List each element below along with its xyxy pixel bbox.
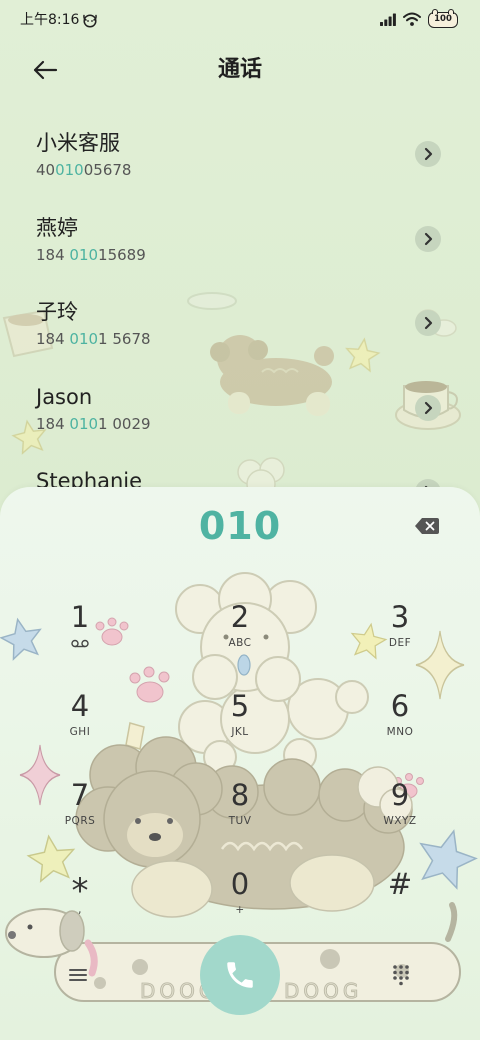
number-match: 010 (69, 330, 99, 348)
contact-number: 4001005678 (36, 160, 480, 180)
contact-name: 燕婷 (36, 215, 78, 240)
battery-icon: 100 (428, 9, 458, 28)
key-digit: 5 (230, 689, 250, 723)
number-prefix: 40 (36, 161, 56, 179)
contact-name: Jason (36, 384, 93, 409)
number-match: 010 (69, 414, 99, 433)
key-8[interactable]: 8 TUV (160, 767, 320, 856)
key-digit: 7 (70, 778, 90, 812)
battery-ear-right (448, 9, 454, 14)
status-bar: 上午8:16 100 (0, 0, 480, 40)
key-7[interactable]: 7 PQRS (0, 767, 160, 856)
contact-row[interactable]: 小米客服 4001005678 (0, 122, 480, 207)
keypad: 1 2 ABC 3 DEF 4 GHI 5 JKL 6 MNO 7 PQRS 8… (0, 589, 480, 945)
key-letters: WXYZ (383, 815, 417, 827)
voicemail-icon (71, 639, 89, 648)
key-letters: ABC (228, 637, 252, 649)
key-0[interactable]: 0 + (160, 856, 320, 945)
key-letters: GHI (69, 726, 91, 738)
phone-icon (227, 962, 253, 988)
signal-icon (380, 11, 396, 30)
key-letters: TUV (228, 815, 252, 827)
key-digit: 1 (70, 600, 90, 634)
contact-detail-button[interactable] (415, 141, 441, 167)
contact-detail-button[interactable] (415, 394, 441, 421)
dialed-number-display: 010 (198, 504, 282, 548)
battery-level: 100 (434, 14, 452, 24)
dialpad-icon (393, 965, 409, 986)
wifi-icon (403, 11, 421, 30)
contact-detail-button[interactable] (415, 310, 441, 336)
key-3[interactable]: 3 DEF (320, 589, 480, 678)
contact-row[interactable]: 燕婷 184 01015689 (0, 207, 480, 292)
key-digit: 0 (230, 867, 250, 901)
contact-detail-button[interactable] (415, 225, 441, 252)
number-suffix: 05678 (83, 161, 132, 179)
key-digit: 2 (230, 600, 250, 634)
contact-row[interactable]: Jason 184 0101 0029 (0, 376, 480, 461)
number-suffix: 15689 (98, 245, 146, 264)
number-prefix: 184 (36, 245, 70, 264)
dog-face-icon (81, 11, 99, 29)
number-match: 010 (69, 245, 99, 264)
menu-icon (69, 969, 87, 981)
key-star[interactable]: * , (0, 856, 160, 945)
key-hash[interactable]: # (320, 856, 480, 945)
key-2[interactable]: 2 ABC (160, 589, 320, 678)
wallpaper-lettering: DOOG (284, 979, 362, 1003)
key-9[interactable]: 9 WXYZ (320, 767, 480, 856)
page-title: 通话 (217, 57, 262, 82)
chevron-right-icon (424, 316, 433, 330)
key-digit: 4 (70, 689, 90, 723)
number-suffix: 1 5678 (98, 330, 151, 348)
chevron-right-icon (424, 147, 433, 161)
contact-number: 184 01015689 (36, 245, 480, 265)
key-5[interactable]: 5 JKL (160, 678, 320, 767)
key-letters: , (78, 904, 82, 916)
status-icons: 100 (380, 9, 458, 30)
call-button[interactable] (200, 935, 280, 1015)
backspace-button[interactable] (411, 514, 443, 538)
contact-list: 小米客服 4001005678 燕婷 184 01015689 子玲 184 0… (0, 122, 480, 545)
key-digit: 6 (390, 689, 410, 723)
key-4[interactable]: 4 GHI (0, 678, 160, 767)
backspace-icon (415, 518, 439, 534)
contact-number: 184 0101 0029 (36, 414, 480, 434)
key-digit: # (387, 867, 413, 901)
key-digit: 8 (230, 778, 250, 812)
dial-panel: DOOG DOOG 010 1 2 ABC 3 DEF 4 GHI 5 JKL … (0, 487, 480, 1040)
battery-ear-left (432, 9, 438, 14)
chevron-right-icon (424, 232, 433, 245)
key-digit: 3 (390, 600, 410, 634)
chevron-right-icon (424, 401, 433, 414)
menu-button[interactable] (62, 959, 94, 991)
key-letters: DEF (388, 637, 412, 649)
contact-row[interactable]: 子玲 184 0101 5678 (0, 291, 480, 376)
key-1[interactable]: 1 (0, 589, 160, 678)
number-match: 010 (55, 161, 84, 179)
key-letters: + (235, 904, 245, 916)
key-letters: PQRS (64, 815, 96, 827)
number-prefix: 184 (36, 414, 70, 433)
contact-name: 小米客服 (36, 131, 120, 155)
contact-name: 子玲 (36, 300, 78, 324)
number-suffix: 1 0029 (98, 414, 151, 433)
key-letters: MNO (386, 726, 414, 738)
key-digit: 9 (390, 778, 410, 812)
key-6[interactable]: 6 MNO (320, 678, 480, 767)
status-time: 上午8:16 (20, 12, 80, 28)
number-prefix: 184 (36, 330, 70, 348)
key-letters: JKL (231, 726, 249, 738)
dialpad-toggle-button[interactable] (385, 959, 417, 991)
contact-number: 184 0101 5678 (36, 329, 480, 349)
